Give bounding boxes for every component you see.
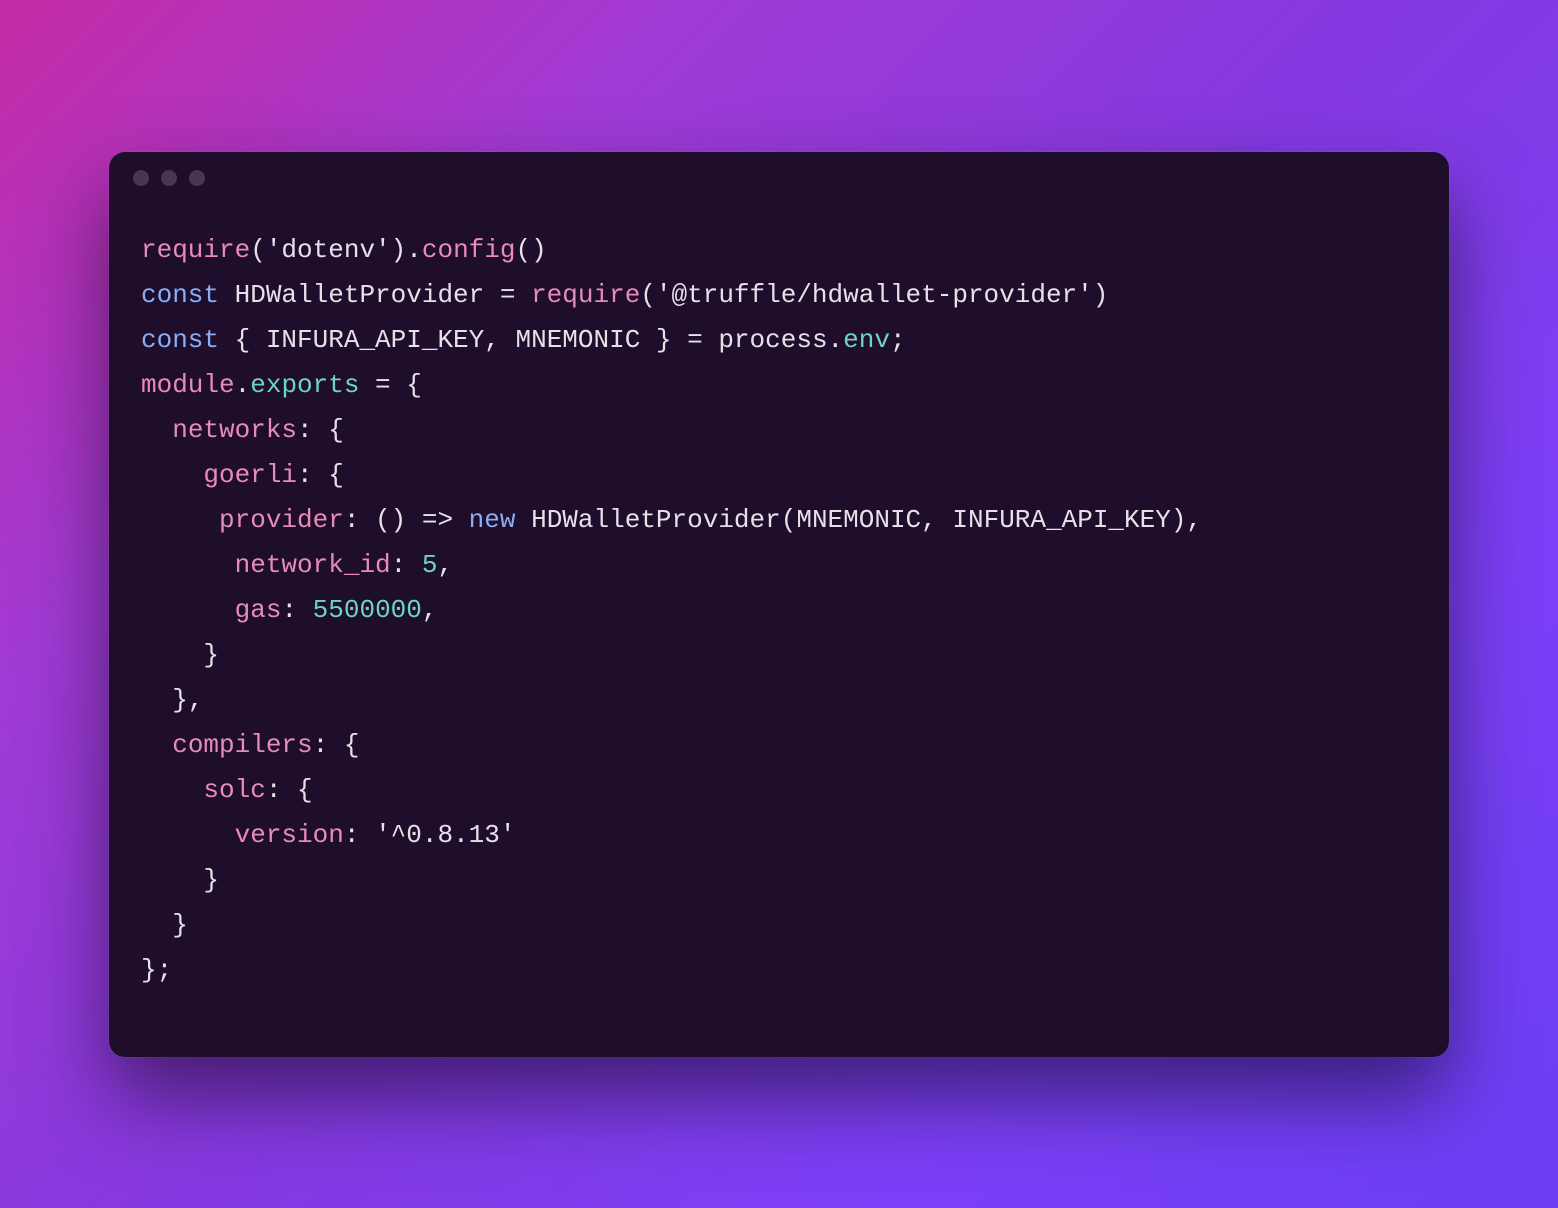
const-keyword: const xyxy=(141,325,219,355)
close-brace: } xyxy=(203,640,219,670)
object-key: solc xyxy=(203,775,265,805)
identifier: MNEMONIC xyxy=(515,325,640,355)
window-close-icon[interactable] xyxy=(133,170,149,186)
window-minimize-icon[interactable] xyxy=(161,170,177,186)
require-call: require xyxy=(141,235,250,265)
object-key: gas xyxy=(235,595,282,625)
new-keyword: new xyxy=(469,505,516,535)
object-key: provider xyxy=(219,505,344,535)
object-key: networks xyxy=(172,415,297,445)
string-literal: 'dotenv' xyxy=(266,235,391,265)
object-key: goerli xyxy=(203,460,297,490)
code-line: module.exports = { xyxy=(141,363,1417,408)
code-line: networks: { xyxy=(141,408,1417,453)
close-brace: } xyxy=(172,910,188,940)
code-line: } xyxy=(141,903,1417,948)
code-line: gas: 5500000, xyxy=(141,588,1417,633)
code-line: network_id: 5, xyxy=(141,543,1417,588)
method-call: config xyxy=(422,235,516,265)
identifier: HDWalletProvider xyxy=(235,280,485,310)
code-window: require('dotenv').config() const HDWalle… xyxy=(109,152,1449,1057)
code-line: }; xyxy=(141,948,1417,993)
code-line: compilers: { xyxy=(141,723,1417,768)
window-maximize-icon[interactable] xyxy=(189,170,205,186)
identifier: INFURA_API_KEY xyxy=(952,505,1170,535)
code-line: } xyxy=(141,858,1417,903)
titlebar xyxy=(109,152,1449,204)
number-literal: 5 xyxy=(422,550,438,580)
object-key: version xyxy=(235,820,344,850)
code-line: const { INFURA_API_KEY, MNEMONIC } = pro… xyxy=(141,318,1417,363)
module-keyword: module xyxy=(141,370,235,400)
identifier: MNEMONIC xyxy=(796,505,921,535)
string-literal: '^0.8.13' xyxy=(375,820,515,850)
code-line: }, xyxy=(141,678,1417,723)
close-brace: }, xyxy=(172,685,203,715)
code-content: require('dotenv').config() const HDWalle… xyxy=(109,204,1449,1057)
identifier: INFURA_API_KEY xyxy=(266,325,484,355)
code-line: require('dotenv').config() xyxy=(141,228,1417,273)
const-keyword: const xyxy=(141,280,219,310)
object-key: compilers xyxy=(172,730,312,760)
property: env xyxy=(843,325,890,355)
code-line: const HDWalletProvider = require('@truff… xyxy=(141,273,1417,318)
code-line: goerli: { xyxy=(141,453,1417,498)
number-literal: 5500000 xyxy=(313,595,422,625)
object-key: network_id xyxy=(235,550,391,580)
code-line: provider: () => new HDWalletProvider(MNE… xyxy=(141,498,1417,543)
close-brace: } xyxy=(203,865,219,895)
close-brace: }; xyxy=(141,955,172,985)
require-call: require xyxy=(531,280,640,310)
class-name: HDWalletProvider xyxy=(531,505,781,535)
identifier: process xyxy=(718,325,827,355)
exports-property: exports xyxy=(250,370,359,400)
code-line: solc: { xyxy=(141,768,1417,813)
code-line: } xyxy=(141,633,1417,678)
string-literal: '@truffle/hdwallet-provider' xyxy=(656,280,1093,310)
code-line: version: '^0.8.13' xyxy=(141,813,1417,858)
